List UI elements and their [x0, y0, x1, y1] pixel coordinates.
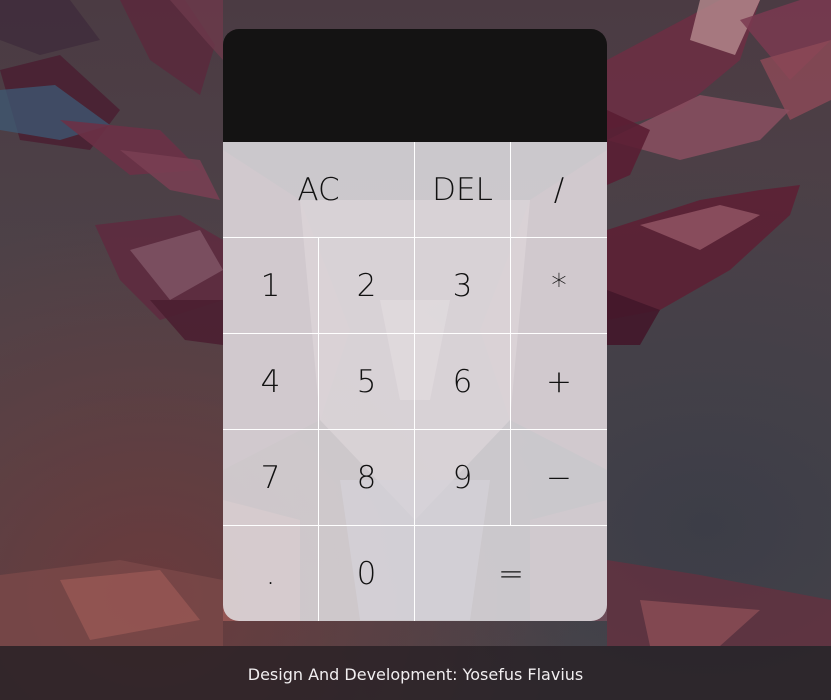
clear-all-button[interactable]: AC — [223, 142, 415, 238]
footer: Design And Development: Yosefus Flavius — [0, 646, 831, 700]
divide-button[interactable]: / — [511, 142, 607, 238]
delete-button[interactable]: DEL — [415, 142, 511, 238]
digit-6-button[interactable]: 6 — [415, 334, 511, 430]
digit-3-button[interactable]: 3 — [415, 238, 511, 334]
plus-button[interactable]: + — [511, 334, 607, 430]
digit-8-button[interactable]: 8 — [319, 430, 415, 526]
calculator-display — [223, 29, 607, 142]
digit-0-button[interactable]: 0 — [319, 526, 415, 621]
digit-4-button[interactable]: 4 — [223, 334, 319, 430]
footer-credit: Design And Development: Yosefus Flavius — [247, 664, 584, 684]
minus-button[interactable]: − — [511, 430, 607, 526]
multiply-button[interactable]: * — [511, 238, 607, 334]
digit-5-button[interactable]: 5 — [319, 334, 415, 430]
digit-1-button[interactable]: 1 — [223, 238, 319, 334]
digit-9-button[interactable]: 9 — [415, 430, 511, 526]
decimal-point-button[interactable]: . — [223, 526, 319, 621]
calculator: AC DEL / 1 2 3 * 4 5 6 + 7 8 9 − . 0 = — [223, 29, 607, 621]
digit-2-button[interactable]: 2 — [319, 238, 415, 334]
keypad: AC DEL / 1 2 3 * 4 5 6 + 7 8 9 − . 0 = — [223, 142, 607, 621]
equals-button[interactable]: = — [415, 526, 607, 621]
digit-7-button[interactable]: 7 — [223, 430, 319, 526]
